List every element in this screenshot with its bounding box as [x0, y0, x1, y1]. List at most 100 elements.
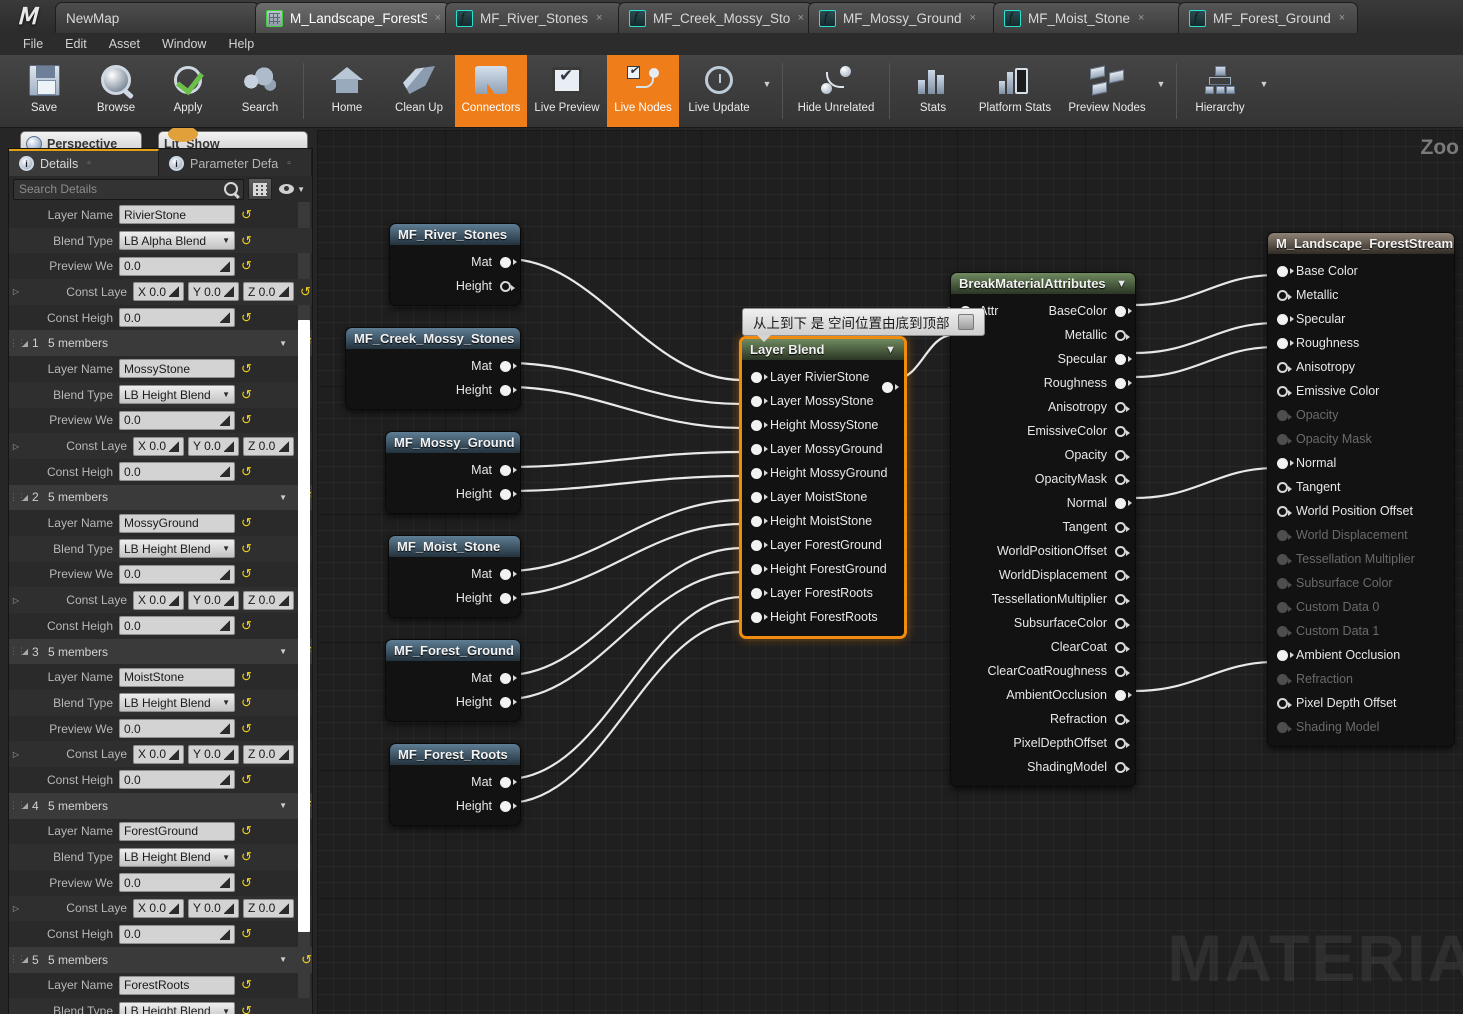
node-header[interactable]: MF_Forest_Roots [390, 744, 520, 765]
reset-icon[interactable]: ↺ [241, 361, 252, 377]
reset-icon[interactable]: ↺ [241, 772, 252, 788]
material-graph-canvas[interactable]: Zoo MATERIA MF_River_Stones Mat Height M… [317, 130, 1463, 1014]
reset-icon[interactable]: ↺ [241, 258, 252, 274]
spinner-icon[interactable] [279, 286, 289, 298]
expand-arrow-icon[interactable]: ◢ [18, 339, 32, 348]
node-pin[interactable] [1115, 425, 1130, 437]
reset-icon[interactable]: ↺ [241, 412, 252, 428]
spinner-icon[interactable] [220, 877, 230, 889]
spinner-icon[interactable] [279, 902, 289, 914]
vector-field[interactable]: X 0.0 Y 0.0 Z 0.0 [133, 590, 294, 610]
node-header[interactable]: MF_River_Stones [390, 224, 520, 245]
toolbar-button-save[interactable]: Save [8, 55, 80, 127]
node-pin[interactable] [500, 568, 517, 580]
spinner-icon[interactable] [220, 414, 230, 426]
vector-x-field[interactable]: X 0.0 [133, 436, 184, 456]
node-pin[interactable] [751, 467, 768, 479]
drag-handle-icon[interactable]: ⋮⋮ [9, 647, 26, 656]
spinner-icon[interactable] [220, 260, 230, 272]
spinner-icon[interactable] [224, 440, 234, 452]
property-value-field[interactable]: 0.0 [119, 616, 235, 636]
node-pin[interactable] [1115, 329, 1130, 341]
node-pin[interactable] [1277, 361, 1292, 373]
node-pin[interactable] [1115, 377, 1132, 389]
reset-icon[interactable]: ↺ [241, 207, 252, 223]
toolbar-button-preview-nodes[interactable]: Preview Nodes [1061, 55, 1153, 127]
node-pin[interactable] [500, 800, 517, 812]
node-pin[interactable] [751, 563, 768, 575]
close-icon[interactable]: × [970, 12, 976, 24]
spinner-icon[interactable] [224, 286, 234, 298]
node-pin[interactable] [1277, 313, 1294, 325]
property-value-field[interactable]: ForestRoots [119, 975, 235, 995]
reset-icon[interactable]: ↺ [241, 875, 252, 891]
node-pin[interactable] [1277, 529, 1292, 541]
tab-mf-moist-stone[interactable]: MF_Moist_Stone × [993, 2, 1183, 33]
tab-m-landscape-foreststre[interactable]: M_Landscape_ForestStre × [255, 2, 450, 33]
vector-y-field[interactable]: Y 0.0 [188, 744, 239, 764]
menu-item-window[interactable]: Window [151, 34, 217, 55]
chevron-down-icon[interactable]: ▼ [222, 236, 230, 245]
property-value-field[interactable]: LB Height Blend ▼ [119, 847, 235, 867]
property-value-field[interactable]: 0.0 [119, 462, 235, 482]
node-mf-river-stones[interactable]: MF_River_Stones Mat Height [389, 223, 521, 306]
spinner-icon[interactable] [169, 902, 179, 914]
node-pin[interactable] [1115, 473, 1130, 485]
drag-handle-icon[interactable]: ⋮⋮ [9, 338, 26, 347]
layer-blend-output-pin[interactable] [882, 382, 899, 393]
spinner-icon[interactable] [220, 466, 230, 478]
expand-arrow-icon[interactable]: ◢ [18, 493, 32, 502]
tab-newmap[interactable]: NewMap [55, 2, 260, 33]
spinner-icon[interactable] [279, 440, 289, 452]
node-pin[interactable] [751, 587, 768, 599]
node-pin[interactable] [1277, 289, 1292, 301]
chevron-down-icon[interactable]: ▼ [1256, 55, 1272, 127]
menu-item-help[interactable]: Help [217, 34, 265, 55]
node-pin[interactable] [500, 592, 517, 604]
node-pin[interactable] [751, 539, 768, 551]
spinner-icon[interactable] [169, 748, 179, 760]
toolbar-button-connectors[interactable]: Connectors [455, 55, 527, 127]
node-mf-creek-mossy-stones[interactable]: MF_Creek_Mossy_Stones Mat Height [345, 327, 521, 410]
close-icon[interactable]: × [596, 12, 602, 24]
reset-icon[interactable]: ↺ [241, 926, 252, 942]
node-pin[interactable] [1277, 337, 1294, 349]
node-pin[interactable] [751, 443, 768, 455]
node-header[interactable]: MF_Forest_Ground [386, 640, 520, 661]
node-pin[interactable] [1115, 521, 1130, 533]
node-pin[interactable] [1277, 505, 1292, 517]
reset-icon[interactable]: ↺ [241, 849, 252, 865]
expand-arrow-icon[interactable]: ▷ [9, 904, 23, 913]
vector-z-field[interactable]: Z 0.0 [243, 282, 294, 302]
property-value-field[interactable]: LB Height Blend ▼ [119, 539, 235, 559]
unreal-logo-icon[interactable]: Ⅿ [6, 0, 50, 33]
close-icon[interactable]: ▫ [287, 158, 291, 169]
node-pin[interactable] [500, 776, 517, 788]
node-pin[interactable] [1115, 545, 1130, 557]
node-pin[interactable] [1115, 665, 1130, 677]
reset-icon[interactable]: ↺ [241, 618, 252, 634]
spinner-icon[interactable] [220, 723, 230, 735]
toolbar-button-apply[interactable]: Apply [152, 55, 224, 127]
chevron-down-icon[interactable]: ▼ [222, 544, 230, 553]
node-pin[interactable] [751, 491, 768, 503]
node-pin[interactable] [500, 464, 517, 476]
node-pin[interactable] [1115, 761, 1130, 773]
tab-mf-creek-mossy-stones[interactable]: MF_Creek_Mossy_Stones × [618, 2, 813, 33]
node-pin[interactable] [1277, 625, 1292, 637]
toolbar-button-hierarchy[interactable]: Hierarchy [1184, 55, 1256, 127]
property-value-field[interactable]: RivierStone [119, 205, 235, 225]
property-value-field[interactable]: LB Height Blend ▼ [119, 693, 235, 713]
node-pin[interactable] [500, 256, 517, 268]
node-pin[interactable] [1115, 401, 1130, 413]
drag-handle-icon[interactable]: ⋮⋮ [9, 492, 26, 501]
reset-icon[interactable]: ↺ [241, 515, 252, 531]
spinner-icon[interactable] [224, 748, 234, 760]
node-pin[interactable] [751, 419, 768, 431]
toolbar-button-live-preview[interactable]: Live Preview [527, 55, 607, 127]
reset-icon[interactable]: ↺ [300, 284, 311, 300]
drag-handle-icon[interactable]: ⋮⋮ [9, 801, 26, 810]
node-header[interactable]: MF_Mossy_Ground [386, 432, 520, 453]
chevron-down-icon[interactable]: ▼ [759, 55, 775, 127]
menu-item-edit[interactable]: Edit [54, 34, 98, 55]
